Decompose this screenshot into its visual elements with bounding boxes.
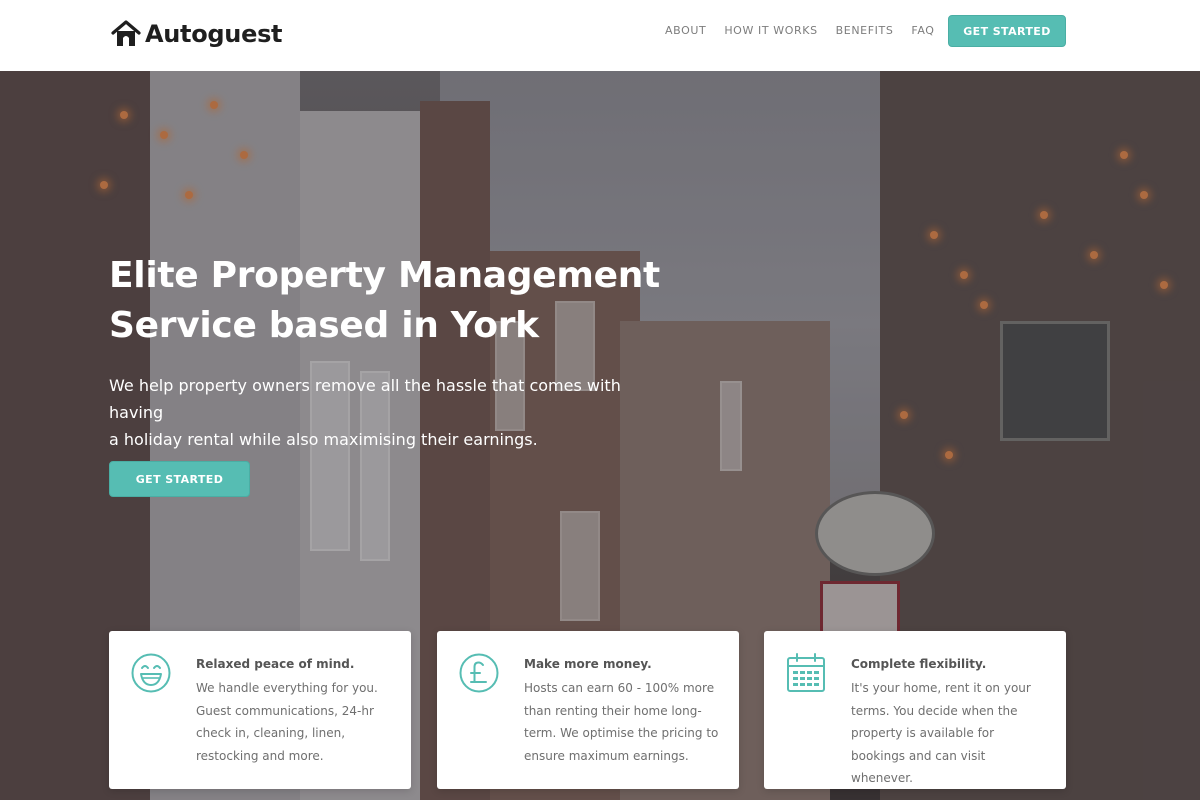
header-get-started-button[interactable]: GET STARTED [948, 15, 1066, 47]
feature-description: Hosts can earn 60 - 100% more than renti… [524, 681, 719, 763]
feature-card-flexibility: Complete flexibility. It's your home, re… [764, 631, 1066, 789]
feature-card-more-money: Make more money. Hosts can earn 60 - 100… [437, 631, 739, 789]
nav-item-about[interactable]: ABOUT [665, 24, 706, 38]
pound-coin-icon [459, 653, 499, 693]
hero-title-line-1: Elite Property Management [109, 255, 660, 296]
feature-title: Complete flexibility. [851, 657, 987, 671]
hero-title-line-2: Service based in York [109, 305, 539, 346]
hero-subtitle-line-1: We help property owners remove all the h… [109, 376, 621, 422]
smiley-face-icon [131, 653, 171, 693]
calendar-icon [787, 653, 825, 692]
feature-description: We handle everything for you. Guest comm… [196, 681, 378, 763]
hero-subtitle: We help property owners remove all the h… [109, 372, 669, 453]
feature-card-peace-of-mind: Relaxed peace of mind. We handle everyth… [109, 631, 411, 789]
nav-item-faq[interactable]: FAQ [911, 24, 934, 38]
nav-item-benefits[interactable]: BENEFITS [836, 24, 894, 38]
feature-description: It's your home, rent it on your terms. Y… [851, 681, 1031, 785]
hero-subtitle-line-2: a holiday rental while also maximising t… [109, 430, 538, 449]
nav-item-how-it-works[interactable]: HOW IT WORKS [724, 24, 817, 38]
hero-get-started-button[interactable]: GET STARTED [109, 461, 250, 497]
hero-title: Elite Property Management Service based … [109, 251, 669, 351]
main-nav: ABOUT HOW IT WORKS BENEFITS FAQ [665, 24, 953, 38]
site-header: Autoguest ABOUT HOW IT WORKS BENEFITS FA… [0, 0, 1200, 71]
brand-logo[interactable]: Autoguest [111, 19, 283, 49]
house-icon [111, 20, 141, 46]
brand-name: Autoguest [145, 20, 283, 48]
feature-title: Relaxed peace of mind. [196, 657, 355, 671]
feature-title: Make more money. [524, 657, 652, 671]
